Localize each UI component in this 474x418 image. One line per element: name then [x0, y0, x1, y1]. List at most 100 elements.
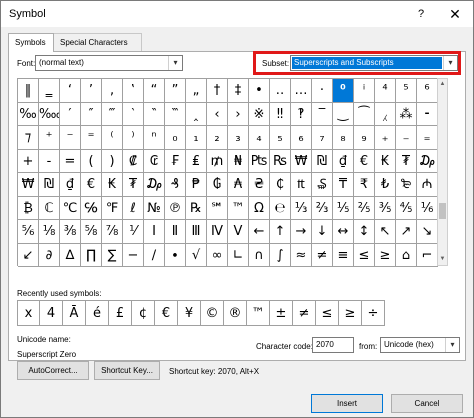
symbol-cell[interactable]: ‿ [333, 102, 354, 126]
symbol-cell[interactable]: ₪ [312, 149, 333, 173]
symbol-cell[interactable]: ↘ [417, 220, 438, 244]
symbol-cell[interactable]: ₤ [186, 149, 207, 173]
symbol-cell[interactable]: ₴ [249, 173, 270, 197]
symbol-cell[interactable]: ⁃ [417, 102, 438, 126]
symbol-cell[interactable]: ₨ [270, 149, 291, 173]
symbol-cell[interactable]: ↓ [312, 220, 333, 244]
symbol-cell[interactable]: ₂ [207, 126, 228, 150]
symbol-cell[interactable]: → [291, 220, 312, 244]
symbol-cell[interactable]: € [81, 173, 102, 197]
help-button[interactable]: ? [411, 5, 431, 23]
symbol-cell[interactable]: ₊ [375, 126, 396, 150]
symbol-cell[interactable]: ℅ [81, 196, 102, 220]
symbol-cell[interactable]: ⅔ [312, 196, 333, 220]
symbol-cell[interactable]: ₩ [291, 149, 312, 173]
symbol-cell[interactable]: ₭ [375, 149, 396, 173]
symbol-cell[interactable]: ₻ [396, 173, 417, 197]
symbol-cell[interactable]: ₸ [333, 173, 354, 197]
symbol-cell[interactable]: ‧ [312, 79, 333, 103]
symbol-cell[interactable]: ₭ [102, 173, 123, 197]
symbol-cell[interactable]: ’ [81, 79, 102, 103]
symbol-cell[interactable]: ) [102, 149, 123, 173]
symbol-cell[interactable]: ‡ [228, 79, 249, 103]
symbol-cell[interactable]: ₮ [396, 149, 417, 173]
symbol-cell[interactable]: ₦ [228, 149, 249, 173]
symbol-cell[interactable]: ₧ [249, 149, 270, 173]
symbol-cell[interactable]: ” [165, 79, 186, 103]
recent-symbol-cell[interactable]: é [86, 300, 109, 326]
symbol-cell[interactable]: ⁻ [60, 126, 81, 150]
symbol-cell[interactable]: ℃ [60, 196, 81, 220]
symbol-cell[interactable]: ‶ [144, 102, 165, 126]
symbol-cell[interactable]: ₰ [165, 173, 186, 197]
symbol-cell[interactable]: “ [144, 79, 165, 103]
symbol-cell[interactable]: ↗ [396, 220, 417, 244]
symbol-cell[interactable]: ⁺ [39, 126, 60, 150]
symbol-cell[interactable]: ⁊ [18, 126, 39, 150]
symbol-cell[interactable]: ↖ [375, 220, 396, 244]
symbol-cell[interactable]: ‷ [165, 102, 186, 126]
symbol-cell[interactable]: ‱ [39, 102, 60, 126]
symbol-cell[interactable]: ₇ [312, 126, 333, 150]
symbol-cell[interactable]: ⅙ [417, 196, 438, 220]
font-select[interactable]: (normal text) ▾ [35, 55, 183, 71]
symbol-cell[interactable]: Ⅰ [144, 220, 165, 244]
symbol-cell[interactable]: ∩ [249, 243, 270, 267]
recent-symbol-cell[interactable]: ≠ [293, 300, 316, 326]
symbol-cell[interactable]: ⁴ [375, 79, 396, 103]
symbol-cell[interactable]: ‥ [270, 79, 291, 103]
symbol-cell[interactable]: ‰ [18, 102, 39, 126]
symbol-cell[interactable]: ∑ [102, 243, 123, 267]
character-code-input[interactable]: 2070 [312, 337, 354, 353]
tab-symbols[interactable]: Symbols [8, 33, 54, 52]
recent-symbol-cell[interactable]: £ [109, 300, 132, 326]
symbol-cell[interactable]: … [291, 79, 312, 103]
cancel-button[interactable]: Cancel [391, 394, 463, 413]
symbol-cell[interactable]: ⁱ [354, 79, 375, 103]
symbol-cell[interactable]: ₮ [123, 173, 144, 197]
symbol-cell[interactable]: ₉ [354, 126, 375, 150]
symbol-cell[interactable]: ⁰ [333, 79, 354, 103]
symbol-cell[interactable]: ‸ [186, 102, 207, 126]
symbol-cell[interactable]: ₩ [18, 173, 39, 197]
symbol-cell[interactable]: ⁽ [102, 126, 123, 150]
tab-special-characters[interactable]: Special Characters [54, 33, 142, 51]
symbol-cell[interactable]: = [60, 149, 81, 173]
symbol-cell[interactable]: ₵ [270, 173, 291, 197]
symbol-cell[interactable]: ₄ [249, 126, 270, 150]
symbol-cell[interactable]: № [144, 196, 165, 220]
symbol-cell[interactable]: ₢ [144, 149, 165, 173]
symbol-cell[interactable]: ∙ [165, 243, 186, 267]
symbol-cell[interactable]: ₲ [207, 173, 228, 197]
symbol-cell[interactable]: ∏ [81, 243, 102, 267]
symbol-cell[interactable]: ₁ [186, 126, 207, 150]
symbol-cell[interactable]: ℉ [102, 196, 123, 220]
symbol-cell[interactable]: ⁿ [144, 126, 165, 150]
symbol-cell[interactable]: Ⅲ [186, 220, 207, 244]
symbol-cell[interactable]: ← [249, 220, 270, 244]
symbol-cell[interactable]: „ [186, 79, 207, 103]
symbol-cell[interactable]: ′ [60, 102, 81, 126]
recent-symbol-cell[interactable]: ÷ [362, 300, 385, 326]
symbol-cell[interactable]: Ⅴ [228, 220, 249, 244]
symbol-cell[interactable]: ‘ [60, 79, 81, 103]
symbol-cell[interactable]: ₆ [291, 126, 312, 150]
shortcut-key-button[interactable]: Shortcut Key... [94, 361, 160, 380]
symbol-cell[interactable]: ‾ [312, 102, 333, 126]
symbol-cell[interactable]: ↙ [18, 243, 39, 267]
symbol-cell[interactable]: ⅓ [291, 196, 312, 220]
symbol-cell[interactable]: ‴ [102, 102, 123, 126]
symbol-cell[interactable]: ‽ [291, 102, 312, 126]
symbol-cell[interactable]: ∆ [60, 243, 81, 267]
symbol-cell[interactable]: ℗ [165, 196, 186, 220]
symbol-cell[interactable]: ‛ [123, 79, 144, 103]
symbol-cell[interactable]: ₫ [60, 173, 81, 197]
insert-button[interactable]: Insert [311, 394, 383, 413]
symbol-cell[interactable]: ₅ [270, 126, 291, 150]
symbol-cell[interactable]: ⁁ [375, 102, 396, 126]
symbol-cell[interactable]: + [18, 149, 39, 173]
symbol-cell[interactable]: ⅛ [39, 220, 60, 244]
symbol-cell[interactable]: ↕ [354, 220, 375, 244]
symbol-cell[interactable]: ∞ [207, 243, 228, 267]
symbol-cell[interactable]: › [228, 102, 249, 126]
